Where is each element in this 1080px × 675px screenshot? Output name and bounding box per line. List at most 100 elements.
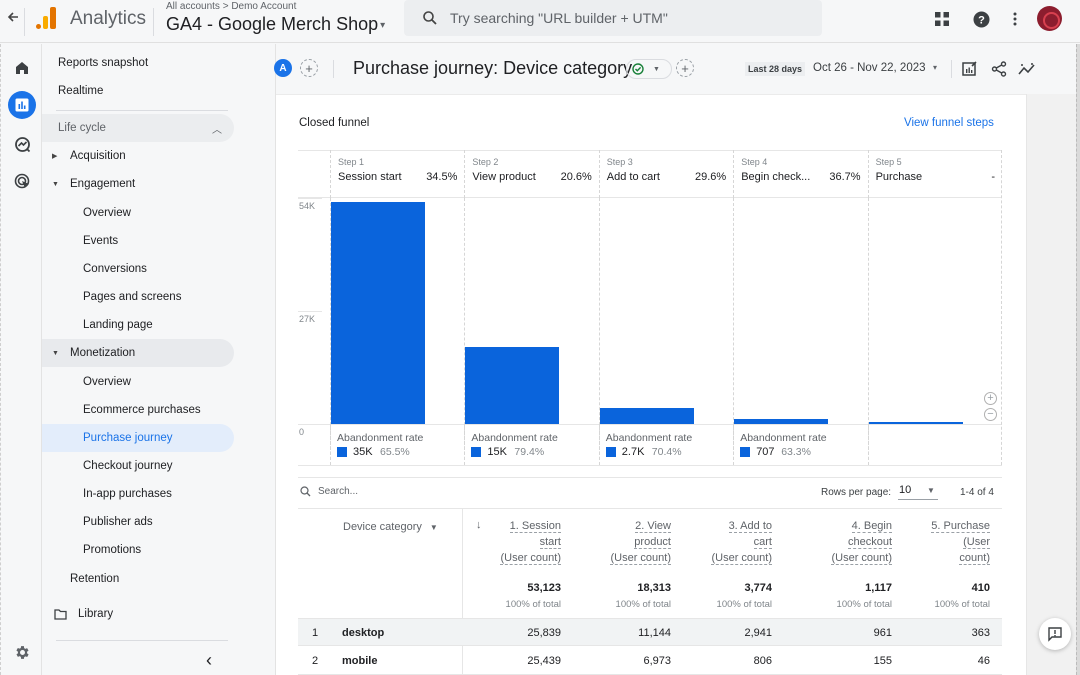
metric-column-header[interactable]: 3. Add to cart (User count): [672, 518, 772, 566]
rail-home[interactable]: [8, 54, 36, 82]
metric-column-header[interactable]: 5. Purchase (User count): [890, 518, 990, 566]
column-divider: [598, 198, 600, 465]
nav-engagement-overview[interactable]: Overview: [42, 199, 234, 227]
caret-down-icon[interactable]: ▾: [933, 63, 937, 72]
nav-events[interactable]: Events: [42, 227, 234, 255]
customize-report-button[interactable]: [960, 59, 980, 79]
funnel-bar[interactable]: [465, 347, 560, 424]
property-selector[interactable]: GA4 - Google Merch Shop ▾: [166, 14, 385, 35]
add-button[interactable]: +: [676, 59, 694, 77]
svg-text:?: ?: [978, 14, 985, 26]
table-cell: 6,973: [643, 655, 671, 667]
top-bar: Analytics All accounts > Demo Account GA…: [0, 0, 1080, 43]
app-name: Analytics: [70, 8, 147, 29]
nav-landing-page[interactable]: Landing page: [42, 311, 234, 339]
nav-reports-snapshot[interactable]: Reports snapshot: [42, 49, 234, 77]
nav-publisher-ads[interactable]: Publisher ads: [42, 508, 234, 536]
metric-column-header[interactable]: 2. View product (User count): [571, 518, 671, 566]
insights-button[interactable]: [1017, 59, 1037, 79]
zoom-in-button[interactable]: +: [984, 392, 997, 405]
nav-monetization[interactable]: ▼ Monetization: [42, 339, 234, 367]
funnel-step-header[interactable]: Step 5 Purchase -: [867, 150, 1002, 198]
search-icon: [423, 11, 437, 25]
nav-checkout-journey[interactable]: Checkout journey: [42, 452, 234, 480]
table-cell: 961: [873, 627, 892, 639]
nav-in-app-purchases[interactable]: In-app purchases: [42, 480, 234, 508]
funnel-step-header[interactable]: Step 3 Add to cart 29.6%: [598, 150, 733, 198]
table-cell: 363: [971, 627, 990, 639]
table-search[interactable]: Search...: [300, 486, 358, 497]
table-header-border: [298, 508, 1002, 509]
apps-button[interactable]: [932, 9, 952, 29]
funnel-bar[interactable]: [734, 419, 829, 424]
nav-ecommerce-purchases[interactable]: Ecommerce purchases: [42, 396, 234, 424]
back-button[interactable]: [2, 6, 24, 28]
check-circle-icon: [632, 63, 644, 75]
nav-purchase-journey[interactable]: Purchase journey: [42, 424, 234, 452]
account-avatar[interactable]: [1037, 6, 1062, 31]
metric-column-header[interactable]: 4. Begin checkout (User count): [792, 518, 892, 566]
view-funnel-steps-link[interactable]: View funnel steps: [904, 117, 994, 129]
legend-swatch: [605, 447, 616, 457]
funnel-step-header[interactable]: Step 2 View product 20.6%: [464, 150, 598, 198]
dimension-selector[interactable]: Device category ▼: [343, 521, 438, 533]
report-status-dropdown[interactable]: ▼: [626, 59, 672, 79]
abandonment-cell: Abandonment rate 35K 65.5%: [330, 425, 464, 465]
date-preset-chip[interactable]: Last 28 days: [745, 62, 806, 76]
rows-per-page-select[interactable]: 10 ▼: [898, 484, 938, 500]
folder-icon: [54, 608, 67, 620]
table-row[interactable]: 1 desktop 25,839 11,144 2,941 961 363: [298, 618, 1002, 646]
rail-reports[interactable]: [8, 91, 36, 119]
rail-advertising[interactable]: [8, 167, 36, 195]
more-options-button[interactable]: [1005, 9, 1025, 29]
nav-retention[interactable]: Retention: [42, 565, 234, 593]
breadcrumb[interactable]: All accounts > Demo Account: [166, 1, 296, 12]
global-search[interactable]: [404, 0, 822, 36]
row-index: 2: [312, 655, 319, 667]
caret-down-icon: ▼: [653, 65, 660, 73]
reports-icon: [15, 98, 29, 112]
help-button[interactable]: ?: [971, 9, 991, 29]
nav-pages-and-screens[interactable]: Pages and screens: [42, 283, 234, 311]
share-button[interactable]: [989, 59, 1009, 79]
nav-section-life-cycle[interactable]: Life cycle ︿: [42, 114, 234, 142]
column-total: 3,774: [744, 582, 772, 594]
nav-section-label: Life cycle: [58, 122, 106, 134]
page-title: Purchase journey: Device category: [353, 58, 633, 78]
feedback-button[interactable]: [1039, 618, 1071, 650]
add-comparison-button[interactable]: +: [300, 59, 318, 77]
funnel-step-header[interactable]: Step 4 Begin check... 36.7%: [733, 150, 867, 198]
rail-admin[interactable]: [8, 638, 36, 666]
nav-engagement[interactable]: ▼ Engagement: [42, 170, 234, 198]
nav-label: Acquisition: [70, 150, 126, 162]
row-dimension: mobile: [342, 655, 378, 667]
funnel-step-header[interactable]: Step 1 Session start 34.5%: [330, 150, 464, 198]
comparison-avatar[interactable]: A: [274, 59, 292, 77]
nav-monetization-overview[interactable]: Overview: [42, 368, 234, 396]
abandonment-count: 707: [756, 446, 775, 458]
page-scrollbar[interactable]: [1076, 44, 1080, 675]
search-input[interactable]: [450, 10, 810, 26]
nav-library[interactable]: Library: [42, 600, 234, 628]
funnel-bar[interactable]: [599, 408, 694, 424]
funnel-bar[interactable]: [331, 201, 425, 424]
nav-conversions[interactable]: Conversions: [42, 255, 234, 283]
nav-realtime[interactable]: Realtime: [42, 77, 234, 105]
funnel-bar[interactable]: [868, 422, 963, 424]
metric-column-header[interactable]: 1. Session start (User count): [461, 518, 561, 566]
date-range-picker[interactable]: Oct 26 - Nov 22, 2023: [813, 62, 926, 74]
nav-promotions[interactable]: Promotions: [42, 536, 234, 564]
table-row[interactable]: 2 mobile 25,439 6,973 806 155 46: [298, 647, 1002, 675]
nav-acquisition[interactable]: ▶ Acquisition: [42, 142, 234, 170]
nav-label: In-app purchases: [83, 488, 172, 500]
caret-down-icon: ▼: [927, 486, 935, 495]
column-header-text: 4. Begin: [851, 520, 892, 533]
column-total: 53,123: [527, 582, 561, 594]
rail-explore[interactable]: [8, 130, 36, 158]
step-name: Add to cart: [606, 171, 660, 183]
abandonment-rate: 63.3%: [781, 446, 811, 458]
collapse-nav-button[interactable]: ‹: [206, 650, 212, 671]
arrow-left-icon: [7, 12, 18, 22]
zoom-out-button[interactable]: −: [984, 408, 997, 421]
abandonment-count: 15K: [487, 446, 507, 458]
